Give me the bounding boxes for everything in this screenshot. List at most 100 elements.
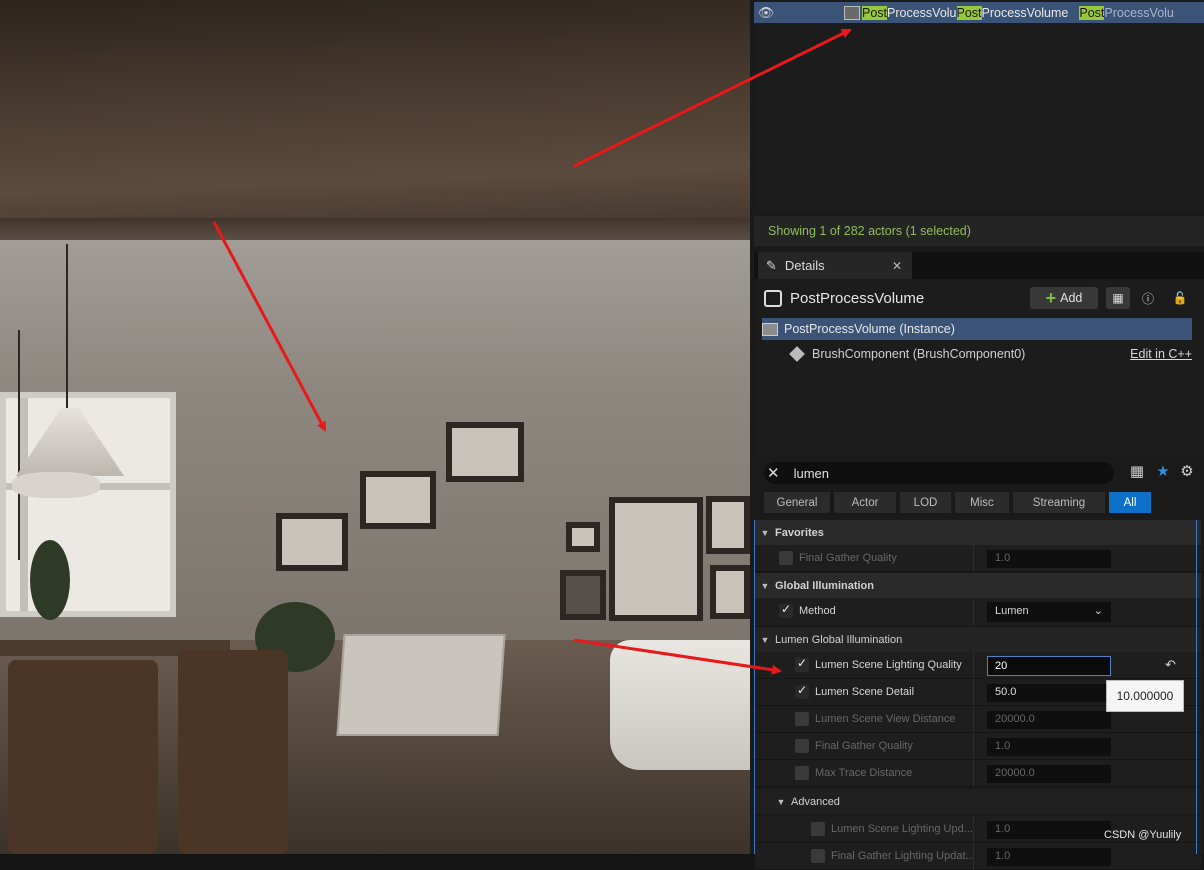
table-view-icon[interactable]: ▦ xyxy=(1126,462,1148,484)
chevron-down-icon: ▼ xyxy=(760,634,770,645)
method-dropdown[interactable]: Lumen ⌄ xyxy=(987,602,1111,622)
favorites-star-icon[interactable]: ★ xyxy=(1152,462,1174,484)
override-checkbox[interactable] xyxy=(795,766,809,780)
filter-tab-misc[interactable]: Misc xyxy=(955,492,1009,513)
override-checkbox[interactable] xyxy=(811,849,825,863)
category-label: Global Illumination xyxy=(775,579,874,592)
component-tree: PostProcessVolume (Instance) BrushCompon… xyxy=(754,315,1204,455)
property-value[interactable]: 1.0 xyxy=(987,550,1111,568)
filter-tab-all[interactable]: All xyxy=(1109,492,1151,513)
add-label: Add xyxy=(1060,291,1083,305)
picture-frame xyxy=(560,570,606,620)
post-process-volume-icon xyxy=(844,5,860,20)
override-checkbox[interactable] xyxy=(779,551,793,565)
actor-name[interactable]: PostProcessVolume xyxy=(790,290,924,307)
picture-frame xyxy=(710,565,750,619)
component-row-brush[interactable]: BrushComponent (BrushComponent0) Edit in… xyxy=(789,343,1192,365)
armchair xyxy=(610,640,750,770)
property-value[interactable]: 1.0 xyxy=(987,738,1111,756)
settings-gear-icon[interactable]: ⚙ xyxy=(1176,462,1198,484)
property-label: Lumen Scene Lighting Upd... xyxy=(831,823,973,835)
component-row-instance[interactable]: PostProcessVolume (Instance) xyxy=(762,318,1192,340)
property-value[interactable]: 1.0 xyxy=(987,848,1111,866)
column-divider xyxy=(973,706,974,733)
search-match-highlight: Post xyxy=(862,5,888,20)
filter-tab-actor[interactable]: Actor xyxy=(834,492,896,513)
property-row: Final Gather Quality 1.0 xyxy=(755,545,1201,572)
override-checkbox[interactable] xyxy=(795,683,809,699)
blueprint-convert-icon[interactable]: ▦ xyxy=(1106,287,1130,309)
chevron-down-icon: ▼ xyxy=(760,580,770,591)
picture-frame xyxy=(276,513,348,571)
column-divider xyxy=(973,545,974,572)
category-lumen-gi[interactable]: ▼ Lumen Global Illumination xyxy=(755,627,1201,652)
details-search-input[interactable]: ✕ lumen xyxy=(764,462,1114,484)
property-value[interactable]: 50.0 xyxy=(987,684,1111,702)
add-component-button[interactable]: + Add xyxy=(1030,287,1098,309)
visibility-eye-icon[interactable]: 👁 xyxy=(754,5,778,21)
search-value: lumen xyxy=(793,465,829,481)
filter-tab-general[interactable]: General xyxy=(764,492,830,513)
volume-icon xyxy=(762,322,778,336)
picture-frame xyxy=(360,471,436,529)
component-label: BrushComponent (BrushComponent0) xyxy=(812,347,1026,361)
override-checkbox[interactable] xyxy=(779,602,793,618)
edit-in-cpp-link[interactable]: Edit in C++ xyxy=(1130,347,1192,361)
clear-search-icon[interactable]: ✕ xyxy=(767,464,780,482)
lamp-cord xyxy=(66,244,68,408)
property-row: Final Gather Quality 1.0 xyxy=(755,733,1201,760)
property-value[interactable]: 20000.0 xyxy=(987,711,1111,729)
property-filter-tabs: General Actor LOD Misc Streaming All xyxy=(764,492,1151,513)
value-tooltip: 10.000000 xyxy=(1106,680,1184,712)
property-label: Lumen Scene View Distance xyxy=(815,713,956,725)
property-value[interactable]: 1.0 xyxy=(987,821,1111,839)
close-icon[interactable]: ✕ xyxy=(892,259,902,273)
plus-icon: + xyxy=(1045,287,1057,308)
category-advanced[interactable]: ▼ Advanced xyxy=(755,789,1201,814)
category-favorites[interactable]: ▼ Favorites xyxy=(755,520,1201,545)
tab-details-label: Details xyxy=(784,258,825,273)
filter-tab-lod[interactable]: LOD xyxy=(900,492,951,513)
window-mullion xyxy=(20,398,28,611)
editor-side-panel: 👁 Post ProcessVolu Post ProcessVolume Post P… xyxy=(750,0,1204,870)
picture-frame xyxy=(446,422,524,482)
tab-details[interactable]: ✎ Details ✕ xyxy=(758,252,912,279)
level-viewport[interactable] xyxy=(0,0,750,854)
reset-to-default-icon[interactable]: ↶ xyxy=(1165,657,1176,673)
property-value[interactable]: 20000.0 xyxy=(987,765,1111,783)
column-divider xyxy=(973,679,974,706)
lighting-quality-input[interactable]: 20 xyxy=(987,656,1111,676)
property-grid-border xyxy=(1196,520,1197,854)
column-divider xyxy=(973,733,974,760)
picture-frame xyxy=(706,496,750,554)
pendant-lamp-lower xyxy=(12,472,100,498)
column-divider xyxy=(973,816,974,843)
category-global-illumination[interactable]: ▼ Global Illumination xyxy=(755,573,1201,598)
dropdown-value: Lumen xyxy=(995,605,1029,617)
override-checkbox[interactable] xyxy=(795,712,809,726)
help-icon[interactable]: ⓘ xyxy=(1136,287,1160,309)
property-label: Method xyxy=(799,605,836,617)
filter-tab-streaming[interactable]: Streaming xyxy=(1013,492,1105,513)
chevron-down-icon: ▼ xyxy=(760,527,770,538)
outliner-list[interactable] xyxy=(754,23,1204,213)
override-checkbox[interactable] xyxy=(811,822,825,836)
column-divider xyxy=(973,598,974,625)
actor-icon xyxy=(764,289,782,307)
search-match-highlight: Post xyxy=(1079,5,1105,20)
lamp-cord-left xyxy=(18,330,20,560)
lock-icon[interactable]: 🔓 xyxy=(1168,287,1192,309)
component-label: PostProcessVolume (Instance) xyxy=(784,322,955,336)
override-checkbox[interactable] xyxy=(795,656,809,672)
column-divider xyxy=(973,652,974,679)
category-label: Advanced xyxy=(791,795,840,808)
override-checkbox[interactable] xyxy=(795,739,809,753)
category-label: Lumen Global Illumination xyxy=(775,633,903,646)
outliner-actor-label: ProcessVolume xyxy=(981,5,1069,20)
leaning-canvas xyxy=(336,634,506,736)
outliner-row-selected[interactable]: 👁 Post ProcessVolu Post ProcessVolume Post P… xyxy=(754,2,1204,23)
picture-frame xyxy=(566,522,600,552)
property-label: Lumen Scene Detail xyxy=(815,686,915,698)
column-divider xyxy=(973,760,974,787)
property-row: Lumen Scene Lighting Quality 20 ↶ xyxy=(755,652,1201,679)
